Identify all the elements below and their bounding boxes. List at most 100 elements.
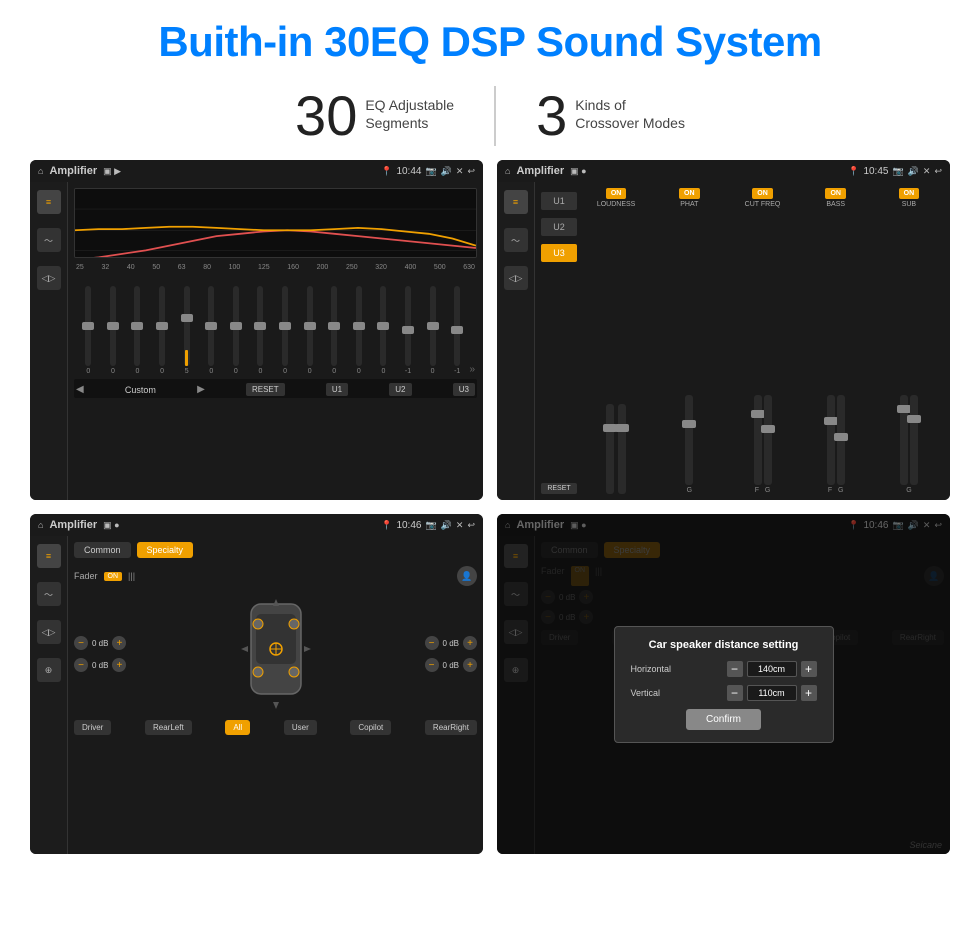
eq-slider-3[interactable]: 0 bbox=[150, 286, 175, 375]
fader-on[interactable]: ON bbox=[104, 572, 123, 581]
cutfreq-on[interactable]: ON bbox=[752, 188, 773, 199]
vol-icon[interactable]: ◁▷ bbox=[37, 266, 61, 290]
camera-icon-3: 📷 bbox=[425, 520, 436, 531]
reset-btn-1[interactable]: RESET bbox=[246, 383, 285, 396]
eq-slider-12[interactable]: 0 bbox=[371, 286, 396, 375]
prev-arrow[interactable]: ◀ bbox=[76, 384, 84, 395]
camera-icon-1: 📷 bbox=[425, 166, 436, 177]
screen-content-3: ≡ 〜 ◁▷ ⊕ Common Specialty Fader ON || bbox=[30, 536, 483, 854]
right-rear-plus[interactable]: + bbox=[463, 658, 477, 672]
time-3: 10:46 bbox=[396, 520, 421, 531]
left-rear-plus[interactable]: + bbox=[112, 658, 126, 672]
page-container: Buith-in 30EQ DSP Sound System 30 EQ Adj… bbox=[0, 0, 980, 939]
vol-icon-3[interactable]: ◁▷ bbox=[37, 620, 61, 644]
crossover-stat: 3 Kinds of Crossover Modes bbox=[536, 88, 685, 144]
horizontal-plus[interactable]: + bbox=[801, 661, 817, 677]
bass-on[interactable]: ON bbox=[825, 188, 846, 199]
volume-icon-1: 🔊 bbox=[441, 166, 452, 177]
status-bar-2: ⌂ Amplifier ▣ ● 📍 10:45 📷 🔊 ✕ ↩ bbox=[497, 160, 950, 182]
screen-specialty: ⌂ Amplifier ▣ ● 📍 10:46 📷 🔊 ✕ ↩ ≡ 〜 ◁ bbox=[30, 514, 483, 854]
eq-slider-0[interactable]: 0 bbox=[76, 286, 101, 375]
horizontal-control: − 140cm + bbox=[727, 661, 817, 677]
fader-label: Fader bbox=[74, 571, 98, 581]
eq-slider-1[interactable]: 0 bbox=[101, 286, 126, 375]
wave-icon-2[interactable]: 〜 bbox=[504, 228, 528, 252]
crossover-main: U1 U2 U3 RESET ON LOUDNESS bbox=[535, 182, 950, 500]
u3-btn-1[interactable]: U3 bbox=[453, 383, 475, 396]
eq-slider-10[interactable]: 0 bbox=[322, 286, 347, 375]
specialty-tab[interactable]: Specialty bbox=[137, 542, 194, 558]
right-front-minus[interactable]: − bbox=[425, 636, 439, 650]
loudness-track2[interactable] bbox=[618, 404, 626, 494]
phat-section: ON PHAT G bbox=[654, 188, 724, 494]
right-rear-minus[interactable]: − bbox=[425, 658, 439, 672]
eq-slider-14[interactable]: 0 bbox=[420, 286, 445, 375]
user-btn[interactable]: User bbox=[284, 720, 317, 735]
eq-slider-13[interactable]: -1 bbox=[396, 286, 421, 375]
dialog-horizontal-row: Horizontal − 140cm + bbox=[631, 661, 817, 677]
vol-icon-2[interactable]: ◁▷ bbox=[504, 266, 528, 290]
eq-slider-15[interactable]: -1 bbox=[445, 286, 470, 375]
all-btn[interactable]: All bbox=[225, 720, 250, 735]
driver-btn[interactable]: Driver bbox=[74, 720, 111, 735]
vertical-minus[interactable]: − bbox=[727, 685, 743, 701]
wave-icon[interactable]: 〜 bbox=[37, 228, 61, 252]
stat-divider bbox=[494, 86, 496, 146]
reset-btn-2[interactable]: RESET bbox=[541, 483, 577, 494]
eq-slider-6[interactable]: 0 bbox=[224, 286, 249, 375]
confirm-button[interactable]: Confirm bbox=[686, 709, 761, 730]
wave-icon-3[interactable]: 〜 bbox=[37, 582, 61, 606]
eq-slider-4[interactable]: 5 bbox=[174, 286, 199, 375]
specialty-main: Common Specialty Fader ON ||| 👤 bbox=[68, 536, 483, 854]
right-controls: − 0 dB + − 0 dB + bbox=[425, 594, 477, 714]
eq-number: 30 bbox=[295, 88, 357, 144]
eq-icon[interactable]: ≡ bbox=[37, 190, 61, 214]
sub-on[interactable]: ON bbox=[899, 188, 920, 199]
specialty-tabs: Common Specialty bbox=[74, 542, 477, 558]
dialog-vertical-row: Vertical − 110cm + bbox=[631, 685, 817, 701]
left-front-minus[interactable]: − bbox=[74, 636, 88, 650]
phat-on[interactable]: ON bbox=[679, 188, 700, 199]
amplifier-label-1: Amplifier bbox=[49, 165, 97, 177]
bottom-buttons-3: Driver RearLeft All User Copilot RearRig… bbox=[74, 720, 477, 735]
rearright-btn[interactable]: RearRight bbox=[425, 720, 477, 735]
left-rear-minus[interactable]: − bbox=[74, 658, 88, 672]
rearleft-btn[interactable]: RearLeft bbox=[145, 720, 192, 735]
u1-preset[interactable]: U1 bbox=[541, 192, 577, 210]
loudness-on[interactable]: ON bbox=[606, 188, 627, 199]
horizontal-minus[interactable]: − bbox=[727, 661, 743, 677]
eq-slider-9[interactable]: 0 bbox=[297, 286, 322, 375]
home-icon-2: ⌂ bbox=[505, 166, 510, 176]
eq-slider-7[interactable]: 0 bbox=[248, 286, 273, 375]
eq-slider-2[interactable]: 0 bbox=[125, 286, 150, 375]
copilot-btn[interactable]: Copilot bbox=[350, 720, 391, 735]
media-icon-2: ▣ ● bbox=[570, 166, 586, 177]
vertical-plus[interactable]: + bbox=[801, 685, 817, 701]
next-arrow[interactable]: ▶ bbox=[197, 384, 205, 395]
u2-btn-1[interactable]: U2 bbox=[389, 383, 411, 396]
u2-preset[interactable]: U2 bbox=[541, 218, 577, 236]
u1-btn-1[interactable]: U1 bbox=[326, 383, 348, 396]
eq-graph bbox=[74, 188, 477, 258]
eq-slider-11[interactable]: 0 bbox=[347, 286, 372, 375]
common-tab[interactable]: Common bbox=[74, 542, 131, 558]
back-icon-3: ↩ bbox=[467, 520, 475, 531]
fader-bars: ||| bbox=[128, 571, 135, 581]
eq-main-content: 25 32 40 50 63 80 100 125 160 200 250 32… bbox=[68, 182, 483, 500]
u3-preset[interactable]: U3 bbox=[541, 244, 577, 262]
right-front-plus[interactable]: + bbox=[463, 636, 477, 650]
left-front-plus[interactable]: + bbox=[112, 636, 126, 650]
eq-slider-5[interactable]: 0 bbox=[199, 286, 224, 375]
camera-icon-2: 📷 bbox=[892, 166, 903, 177]
bt-icon-3[interactable]: ⊕ bbox=[37, 658, 61, 682]
user-profile-icon[interactable]: 👤 bbox=[457, 566, 477, 586]
bass-label: BASS bbox=[826, 201, 845, 208]
phat-label: PHAT bbox=[680, 201, 698, 208]
media-icon-3: ▣ ● bbox=[103, 520, 119, 531]
eq-icon-3[interactable]: ≡ bbox=[37, 544, 61, 568]
eq-slider-8[interactable]: 0 bbox=[273, 286, 298, 375]
loudness-slider bbox=[606, 212, 626, 494]
eq-icon-2[interactable]: ≡ bbox=[504, 190, 528, 214]
loudness-track[interactable] bbox=[606, 404, 614, 494]
screen-eq-main: ⌂ Amplifier ▣ ▶ 📍 10:44 📷 🔊 ✕ ↩ ≡ 〜 bbox=[30, 160, 483, 500]
